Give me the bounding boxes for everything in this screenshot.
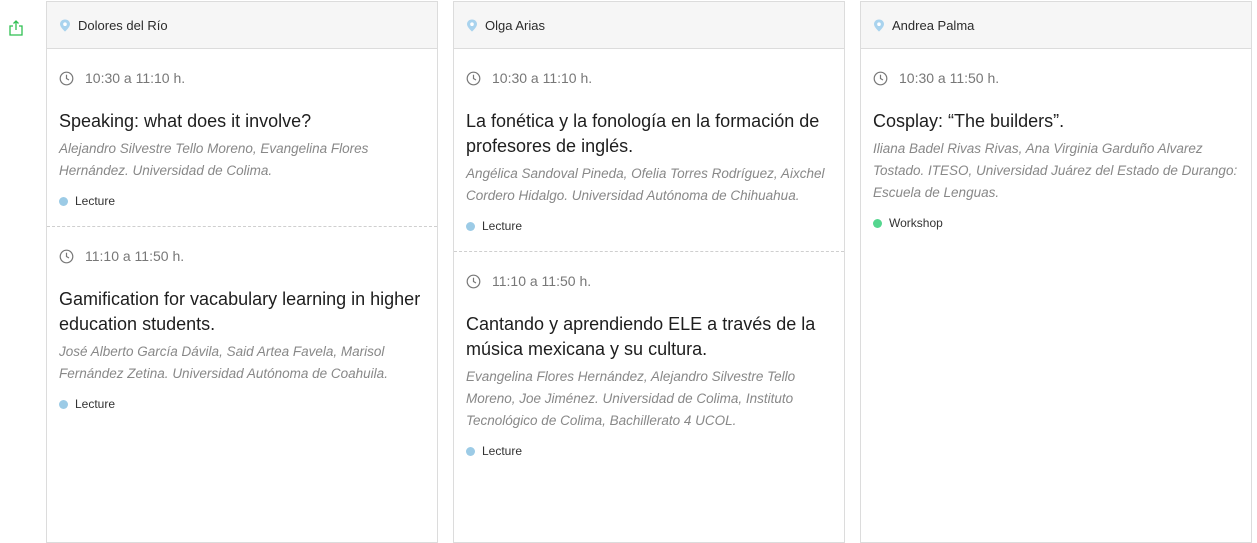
session-type-badge: Lecture (466, 444, 832, 458)
session-type-badge: Lecture (466, 219, 832, 233)
export-icon[interactable] (9, 20, 23, 36)
session-title[interactable]: Gamification for vacabulary learning in … (59, 287, 425, 337)
session-time: 10:30 a 11:50 h. (899, 70, 1000, 86)
location-pin-icon (60, 19, 70, 31)
session-type-badge: Workshop (873, 216, 1239, 230)
session-title[interactable]: Speaking: what does it involve? (59, 109, 425, 134)
room-name: Dolores del Río (78, 17, 168, 33)
workshop-dot-icon (873, 218, 882, 228)
session-authors: Evangelina Flores Hernández, Alejandro S… (466, 369, 796, 428)
session-time: 11:10 a 11:50 h. (492, 273, 592, 289)
room-header: Andrea Palma (861, 2, 1251, 49)
lecture-dot-icon (466, 446, 475, 456)
location-pin-icon (467, 19, 477, 31)
session-card[interactable]: 11:10 a 11:50 h. Gamification for vacabu… (47, 226, 437, 429)
room-column-dolores-del-rio: Dolores del Río 10:30 a 11:10 h. Speakin… (46, 1, 438, 543)
session-type-badge: Lecture (59, 397, 425, 411)
room-column-olga-arias: Olga Arias 10:30 a 11:10 h. La fonética … (453, 1, 845, 543)
session-title[interactable]: Cosplay: “The builders”. (873, 109, 1239, 134)
session-title[interactable]: La fonética y la fonología en la formaci… (466, 109, 832, 159)
lecture-dot-icon (466, 221, 475, 231)
room-name: Olga Arias (485, 17, 545, 33)
session-type: Lecture (482, 219, 523, 233)
session-type: Lecture (482, 444, 523, 458)
session-time: 10:30 a 11:10 h. (492, 70, 593, 86)
clock-icon (466, 274, 481, 288)
session-time: 10:30 a 11:10 h. (85, 70, 186, 86)
session-authors: Angélica Sandoval Pineda, Ofelia Torres … (466, 166, 825, 203)
session-card[interactable]: 10:30 a 11:10 h. Speaking: what does it … (47, 49, 437, 226)
clock-icon (466, 71, 481, 85)
session-card[interactable]: 10:30 a 11:10 h. La fonética y la fonolo… (454, 49, 844, 251)
session-authors: José Alberto García Dávila, Said Artea F… (59, 344, 388, 381)
clock-icon (59, 249, 74, 263)
session-authors: Alejandro Silvestre Tello Moreno, Evange… (59, 141, 369, 178)
session-card[interactable]: 11:10 a 11:50 h. Cantando y aprendiendo … (454, 251, 844, 476)
clock-icon (873, 71, 888, 85)
session-authors: Iliana Badel Rivas Rivas, Ana Virginia G… (873, 141, 1238, 200)
session-card[interactable]: 10:30 a 11:50 h. Cosplay: “The builders”… (861, 49, 1251, 248)
room-header: Olga Arias (454, 2, 844, 49)
session-type-badge: Lecture (59, 194, 425, 208)
room-column-andrea-palma: Andrea Palma 10:30 a 11:50 h. Cosplay: “… (860, 1, 1252, 543)
room-name: Andrea Palma (892, 17, 975, 33)
session-type: Lecture (75, 397, 116, 411)
session-title[interactable]: Cantando y aprendiendo ELE a través de l… (466, 312, 832, 362)
session-type: Lecture (75, 194, 116, 208)
session-type: Workshop (889, 216, 943, 230)
lecture-dot-icon (59, 399, 68, 409)
room-header: Dolores del Río (47, 2, 437, 49)
location-pin-icon (874, 19, 884, 31)
clock-icon (59, 71, 74, 85)
session-time: 11:10 a 11:50 h. (85, 248, 185, 264)
lecture-dot-icon (59, 196, 68, 206)
